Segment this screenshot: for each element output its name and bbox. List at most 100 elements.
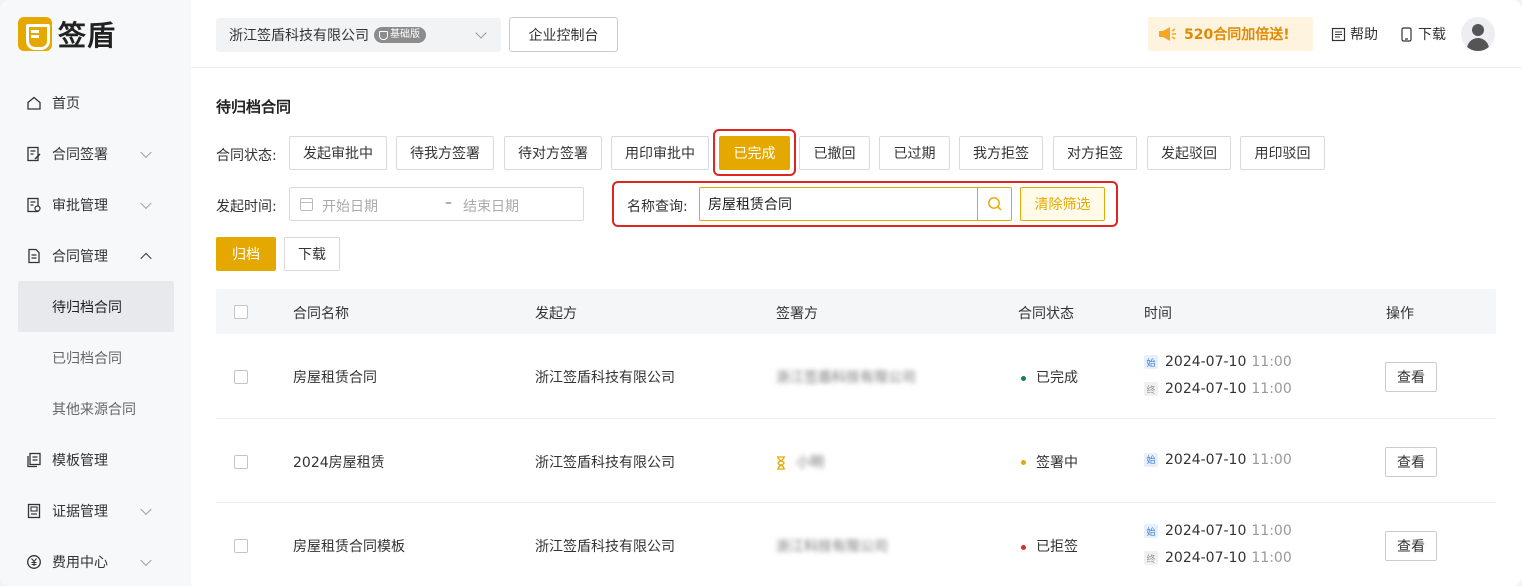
sidebar-item-home[interactable]: 首页	[0, 77, 191, 128]
start-clock: 11:00	[1251, 354, 1292, 370]
sidebar-item-template[interactable]: 模板管理	[0, 434, 191, 485]
header-signer: 签署方	[776, 306, 818, 322]
search-icon	[987, 197, 1001, 211]
start-clock: 11:00	[1251, 451, 1292, 468]
status-dot	[1021, 375, 1026, 381]
shield-logo-icon	[18, 17, 52, 51]
brand-name: 签盾	[58, 19, 117, 52]
row-checkbox[interactable]	[234, 370, 248, 384]
row-checkbox[interactable]	[234, 539, 248, 553]
contracts-table: 合同名称 发起方 签署方 合同状态 时间 操作 房屋租赁合同 浙江签盾科技有限公…	[216, 289, 1496, 586]
sidebar-item-contract-manage[interactable]: 合同管理	[0, 230, 191, 281]
main-content: 待归档合同 合同状态: 发起审批中 待我方签署 待对方签署 用印审批中 已完成 …	[191, 69, 1522, 586]
sidebar: 签盾 首页 合同签署 审批管理 合同管理 待归档合同 已归档合同 其他来源合同 …	[0, 0, 191, 586]
contract-name[interactable]: 2024房屋租赁	[293, 452, 385, 472]
status-filter-waiting-our-sign[interactable]: 待我方签署	[396, 136, 494, 170]
sidebar-item-contract-sign[interactable]: 合同签署	[0, 128, 191, 179]
search-button[interactable]	[977, 187, 1012, 221]
name-search-input[interactable]	[699, 187, 979, 221]
time-filter-label: 发起时间:	[216, 199, 277, 215]
sidebar-item-label: 审批管理	[52, 197, 108, 214]
promo-banner[interactable]: 520合同加倍送!	[1148, 17, 1313, 51]
contract-name[interactable]: 房屋租赁合同模板	[293, 536, 405, 556]
status-filter-withdrawn[interactable]: 已撤回	[799, 136, 870, 170]
status-text: 已拒签	[1036, 539, 1078, 555]
sidebar-item-approval[interactable]: 审批管理	[0, 179, 191, 230]
header-status: 合同状态	[1018, 306, 1074, 322]
view-button[interactable]: 查看	[1385, 446, 1437, 477]
help-link[interactable]: 帮助	[1331, 24, 1378, 44]
date-separator: –	[445, 195, 452, 211]
user-avatar[interactable]	[1461, 17, 1495, 51]
end-clock: 11:00	[1251, 381, 1292, 397]
view-button[interactable]: 查看	[1385, 531, 1437, 561]
chevron-down-icon	[140, 554, 152, 566]
download-label: 下载	[1418, 27, 1446, 43]
status-filter-initiating-approval[interactable]: 发起审批中	[289, 136, 387, 170]
table-row: 2024房屋租赁 浙江签盾科技有限公司 小明 签署中 始 2024-07-10 …	[216, 419, 1496, 503]
select-all-checkbox[interactable]	[234, 305, 248, 319]
signer-name: 小明	[796, 454, 824, 471]
date-range-picker[interactable]: 开始日期 – 结束日期	[289, 187, 584, 221]
name-query-label: 名称查询:	[627, 199, 688, 215]
status-filter-we-rejected[interactable]: 我方拒签	[959, 136, 1043, 170]
date-end-placeholder: 结束日期	[463, 199, 519, 215]
table-row: 房屋租赁合同模板 浙江签盾科技有限公司 浙江科技有限公司 已拒签 始 2024-…	[216, 503, 1496, 586]
sidebar-subitem-pending-archive[interactable]: 待归档合同	[18, 281, 174, 332]
chevron-down-icon	[475, 27, 487, 39]
brand-logo[interactable]: 签盾	[18, 17, 117, 52]
start-clock: 11:00	[1251, 523, 1292, 539]
sidebar-item-evidence[interactable]: 证据管理	[0, 485, 191, 536]
hourglass-icon	[777, 455, 785, 470]
template-icon	[26, 452, 42, 468]
sidebar-item-fee[interactable]: 费用中心	[0, 536, 191, 586]
top-header: 浙江签盾科技有限公司 基础版 企业控制台 520合同加倍送! 帮助 下载	[191, 0, 1522, 68]
start-time: 始 2024-07-10 11:00	[1144, 452, 1292, 468]
header-contract-name: 合同名称	[293, 306, 349, 322]
end-time: 终 2024-07-10 11:00	[1144, 550, 1292, 566]
header-time: 时间	[1144, 306, 1172, 322]
contract-name[interactable]: 房屋租赁合同	[293, 367, 377, 387]
status-filter-initiation-rejected[interactable]: 发起驳回	[1147, 136, 1231, 170]
chevron-down-icon	[140, 197, 152, 209]
clear-filter-button[interactable]: 清除筛选	[1020, 187, 1105, 221]
sidebar-item-label: 合同管理	[52, 248, 108, 265]
status-filter-seal-rejected[interactable]: 用印驳回	[1240, 136, 1325, 170]
sidebar-subitem-archived[interactable]: 已归档合同	[0, 332, 191, 383]
contract-manage-icon	[26, 248, 42, 264]
sidebar-item-label: 模板管理	[52, 452, 108, 469]
company-name: 浙江签盾科技有限公司	[229, 28, 369, 44]
start-time: 始 2024-07-10 11:00	[1144, 523, 1292, 539]
help-label: 帮助	[1350, 27, 1378, 43]
status-filter-expired[interactable]: 已过期	[879, 136, 950, 170]
promo-text: 520合同加倍送!	[1184, 27, 1290, 43]
status-filter-other-rejected[interactable]: 对方拒签	[1053, 136, 1137, 170]
megaphone-icon	[1159, 27, 1176, 41]
end-clock: 11:00	[1251, 550, 1292, 566]
download-button[interactable]: 下载	[284, 237, 340, 271]
status-dot	[1021, 544, 1026, 550]
initiator-name: 浙江签盾科技有限公司	[535, 370, 675, 386]
enterprise-console-button[interactable]: 企业控制台	[509, 17, 618, 52]
edition-badge: 基础版	[374, 27, 426, 43]
start-tag: 始	[1144, 355, 1158, 369]
status-text: 已完成	[1036, 370, 1078, 386]
start-tag: 始	[1144, 452, 1158, 467]
calendar-icon	[300, 198, 313, 211]
download-link[interactable]: 下载	[1399, 24, 1446, 44]
archive-button[interactable]: 归档	[216, 237, 276, 271]
table-header: 合同名称 发起方 签署方 合同状态 时间 操作	[216, 289, 1496, 334]
help-doc-icon	[1331, 27, 1346, 41]
status-filter-waiting-other-sign[interactable]: 待对方签署	[504, 136, 602, 170]
home-icon	[26, 95, 42, 111]
header-initiator: 发起方	[535, 306, 577, 322]
view-button[interactable]: 查看	[1385, 362, 1437, 392]
sidebar-subitem-label: 已归档合同	[52, 350, 122, 367]
row-checkbox[interactable]	[234, 454, 248, 469]
sidebar-subitem-other-source[interactable]: 其他来源合同	[0, 383, 191, 434]
status-filter-seal-approval[interactable]: 用印审批中	[611, 136, 709, 170]
status-text: 签署中	[1036, 454, 1078, 471]
initiator-name: 浙江签盾科技有限公司	[535, 539, 675, 555]
chevron-down-icon	[140, 503, 152, 515]
company-select[interactable]: 浙江签盾科技有限公司 基础版	[216, 18, 501, 52]
